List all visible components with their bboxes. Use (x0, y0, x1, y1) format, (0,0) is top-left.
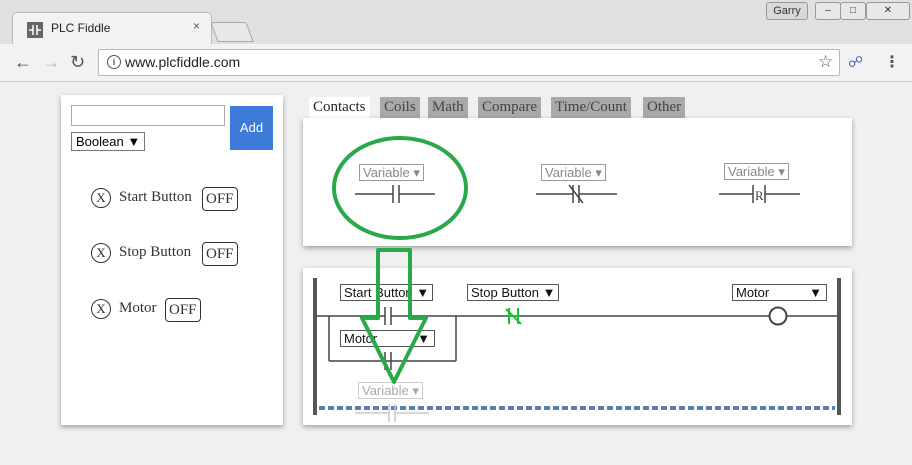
select-value: Variable (362, 383, 409, 398)
variable-state-toggle[interactable]: OFF (202, 187, 238, 211)
variable-name: Stop Button (119, 244, 192, 260)
tab-close-icon[interactable]: × (193, 19, 200, 33)
select-value: Start Button (344, 285, 413, 300)
forward-arrow-icon[interactable]: → (42, 52, 60, 73)
dropdown-arrow-icon: ▼ (417, 331, 430, 346)
start-button-select[interactable]: Start Button ▼ (340, 284, 434, 301)
browser-tab[interactable]: PLC Fiddle × (12, 12, 212, 44)
tab-compare[interactable]: Compare (478, 97, 541, 118)
delete-variable-icon[interactable]: X (91, 243, 111, 263)
add-variable-button[interactable]: Add (230, 106, 273, 150)
select-value: Motor (344, 331, 378, 346)
select-value: Motor (736, 285, 770, 300)
rising-edge-label: R (755, 188, 764, 203)
info-icon[interactable]: i (107, 55, 121, 69)
variable-state-toggle[interactable]: OFF (202, 242, 238, 266)
tab-coils[interactable]: Coils (380, 97, 420, 118)
select-value: Stop Button (471, 285, 539, 300)
address-bar[interactable]: i www.plcfiddle.com ☆ (98, 49, 840, 76)
delete-variable-icon[interactable]: X (91, 188, 111, 208)
variable-name: Start Button (119, 189, 192, 205)
stop-button-closed-contact-icon[interactable] (505, 308, 522, 325)
tab-other[interactable]: Other (643, 97, 686, 118)
variable-name-input[interactable] (71, 105, 225, 126)
variable-state-toggle[interactable]: OFF (165, 298, 201, 322)
motor-coil-select[interactable]: Motor ▼ (732, 284, 827, 301)
extension-icon[interactable]: ☍ (848, 53, 863, 71)
browser-toolbar: ← → ↻ i www.plcfiddle.com ☆ ☍ ⋮ (0, 44, 912, 82)
url-text: www.plcfiddle.com (125, 54, 241, 70)
dropdown-arrow-icon: ▼ (127, 134, 141, 149)
stop-button-select[interactable]: Stop Button ▼ (467, 284, 560, 301)
dropdown-arrow-icon: ▼ (809, 285, 822, 300)
back-arrow-icon[interactable]: ← (14, 52, 32, 73)
variable-name: Motor (119, 300, 157, 316)
tab-contacts[interactable]: Contacts (309, 97, 370, 118)
variables-panel: Boolean ▼ Add X Start Button OFF X Stop … (61, 95, 283, 425)
reload-icon[interactable]: ↻ (70, 52, 85, 73)
maximize-button[interactable]: □ (840, 2, 866, 20)
normally-open-contact-icon[interactable] (355, 185, 435, 203)
branch-motor-select[interactable]: Motor ▼ (340, 330, 435, 347)
contacts-palette: Variable ▾ Variable ▾ Variable ▾ R (303, 118, 852, 246)
user-profile-badge[interactable]: Garry (766, 2, 808, 20)
variable-type-value: Boolean (76, 134, 124, 149)
delete-variable-icon[interactable]: X (91, 299, 111, 319)
dragged-variable-select: Variable ▾ (358, 382, 423, 399)
variable-type-select[interactable]: Boolean ▼ (71, 132, 146, 151)
tab-math[interactable]: Math (428, 97, 468, 118)
contact-symbols: R (355, 184, 800, 204)
motor-coil-icon[interactable] (768, 306, 788, 326)
minimize-button[interactable]: – (815, 2, 841, 20)
plc-fiddle-favicon-icon (27, 22, 43, 38)
browser-menu-icon[interactable]: ⋮ (884, 52, 900, 72)
new-tab-button[interactable] (210, 22, 254, 42)
bookmark-star-icon[interactable]: ☆ (818, 52, 833, 72)
tab-title: PLC Fiddle (51, 21, 111, 35)
tab-time-count[interactable]: Time/Count (551, 97, 631, 118)
normally-closed-contact-icon[interactable] (536, 184, 617, 204)
ladder-diagram: Start Button ▼ Stop Button ▼ Motor ▼ Moto… (303, 268, 852, 425)
close-window-button[interactable]: ✕ (866, 2, 910, 20)
